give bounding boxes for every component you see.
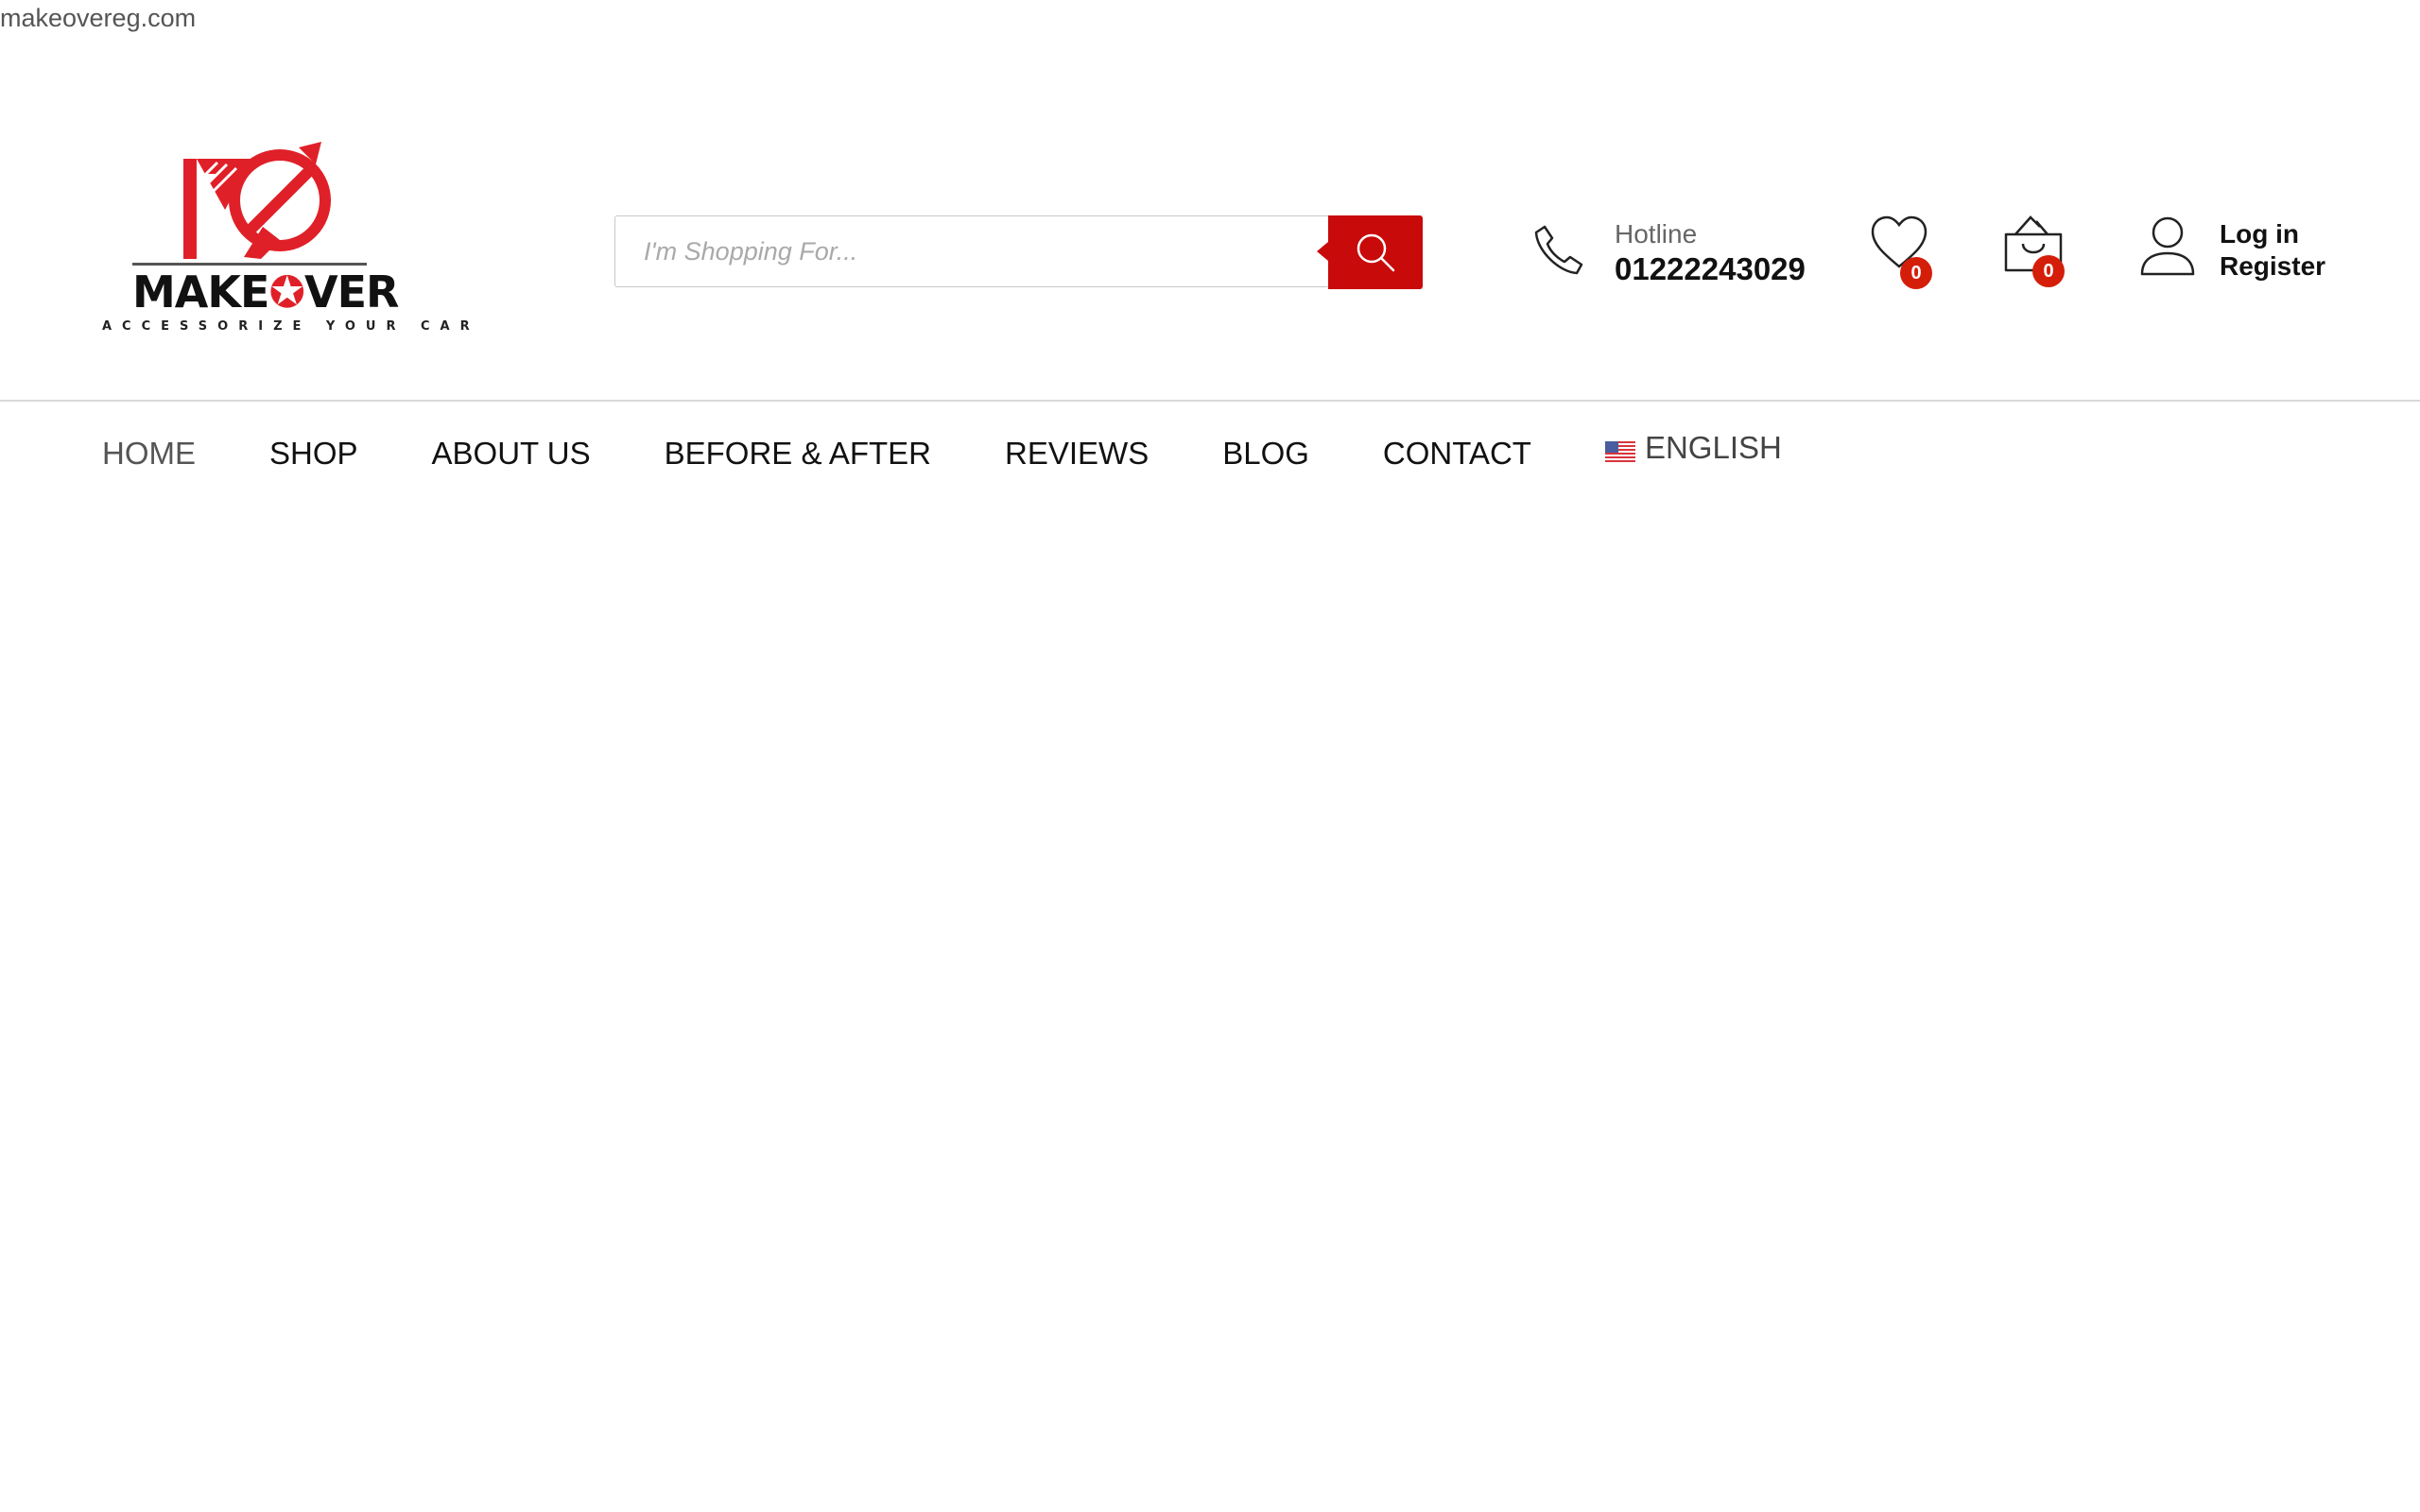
site-logo[interactable]: MAKE✪VER ACCESSORIZE YOUR CAR xyxy=(102,142,480,340)
hotline-label: Hotline xyxy=(1615,219,1698,249)
nav-item-contact[interactable]: CONTACT xyxy=(1383,436,1531,472)
logo-word-suffix: VER xyxy=(304,266,399,318)
language-switcher[interactable]: ENGLISH xyxy=(1604,430,1782,466)
account-menu: Log in Register xyxy=(2138,215,2356,291)
phone-icon xyxy=(1534,225,1583,275)
wishlist-count-badge: 0 xyxy=(1900,257,1932,289)
nav-item-reviews[interactable]: REVIEWS xyxy=(1005,436,1149,472)
nav-item-before-after[interactable]: BEFORE & AFTER xyxy=(665,436,931,472)
search-button[interactable] xyxy=(1317,215,1423,289)
site-header: MAKE✪VER ACCESSORIZE YOUR CAR Hotline 01… xyxy=(0,0,2420,402)
cart-count-badge: 0 xyxy=(2032,255,2065,287)
search-input[interactable] xyxy=(614,215,1328,287)
hotline-number[interactable]: 01222243029 xyxy=(1615,251,1806,287)
hotline[interactable]: Hotline 01222243029 xyxy=(1531,215,1815,291)
product-search xyxy=(614,215,1423,289)
logo-wordmark: MAKE✪VER xyxy=(132,266,399,318)
search-icon xyxy=(1357,233,1395,272)
nav-item-blog[interactable]: BLOG xyxy=(1222,436,1309,472)
nav-item-shop[interactable]: SHOP xyxy=(269,436,358,472)
user-icon xyxy=(2140,216,2195,276)
logo-tagline: ACCESSORIZE YOUR CAR xyxy=(102,319,480,334)
language-label: ENGLISH xyxy=(1644,430,1782,465)
nav-item-home[interactable]: HOME xyxy=(102,436,196,472)
register-link[interactable]: Register xyxy=(2220,251,2325,282)
main-nav: HOME SHOP ABOUT US BEFORE & AFTER REVIEW… xyxy=(102,430,1782,477)
nav-item-about-us[interactable]: ABOUT US xyxy=(432,436,591,472)
logo-emblem-icon xyxy=(132,142,367,266)
wishlist-button[interactable]: 0 xyxy=(1870,215,1938,291)
us-flag-icon xyxy=(1604,441,1635,462)
cart-button[interactable]: 0 xyxy=(2002,214,2070,289)
logo-word-prefix: MAKE xyxy=(132,266,269,318)
login-link[interactable]: Log in xyxy=(2220,219,2299,249)
logo-wheel-icon: ✪ xyxy=(268,266,305,318)
